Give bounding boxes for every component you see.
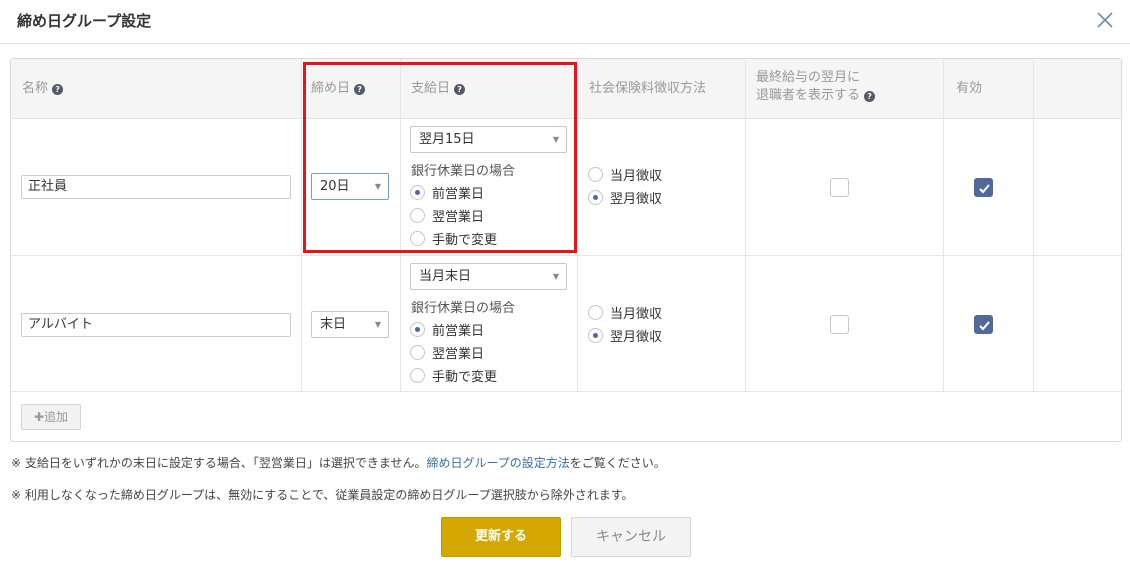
name-input[interactable]: 正社員 xyxy=(21,175,291,199)
radio-label: 前営業日 xyxy=(432,323,485,339)
enabled-checkbox[interactable] xyxy=(974,315,993,334)
radio-label: 前営業日 xyxy=(432,186,485,202)
radio-label: 翌営業日 xyxy=(432,346,485,362)
holiday-label: 銀行休業日の場合 xyxy=(411,164,516,179)
holiday-option-next[interactable]: 翌営業日 xyxy=(410,343,485,362)
radio-button[interactable] xyxy=(410,184,425,200)
pay-day-select[interactable]: 当月末日 ▼ xyxy=(410,263,567,290)
holiday-option-next[interactable]: 翌営業日 xyxy=(410,206,485,225)
holiday-option-prev[interactable]: 前営業日 xyxy=(410,320,485,339)
header-name: 名称? xyxy=(22,80,64,98)
table-header-row xyxy=(11,59,1121,119)
closing-group-table: 名称? 締め日? 支給日? 社会保険料徴収方法 最終給与の翌月に 退職者を表示す… xyxy=(10,58,1122,442)
row-divider xyxy=(11,255,1121,256)
caret-down-icon: ▼ xyxy=(552,272,559,281)
add-row-button[interactable]: ✚追加 xyxy=(21,404,81,430)
insurance-option-next[interactable]: 翌月徴収 xyxy=(588,188,663,207)
close-button[interactable] xyxy=(1094,9,1116,31)
column-divider xyxy=(577,59,578,391)
show-retired-checkbox[interactable] xyxy=(830,178,849,197)
header-name-label: 名称 xyxy=(22,81,49,96)
show-retired-checkbox[interactable] xyxy=(830,315,849,334)
checkmark-icon xyxy=(979,321,990,331)
radio-button[interactable] xyxy=(410,367,425,383)
name-input[interactable]: アルバイト xyxy=(21,313,291,337)
insurance-option-current[interactable]: 当月徴収 xyxy=(588,303,663,322)
holiday-option-prev[interactable]: 前営業日 xyxy=(410,183,485,202)
radio-button[interactable] xyxy=(588,166,603,182)
enabled-checkbox[interactable] xyxy=(974,178,993,197)
column-divider xyxy=(400,59,401,391)
insurance-option-next[interactable]: 翌月徴収 xyxy=(588,326,663,345)
header-closing-day: 締め日? xyxy=(311,80,366,98)
column-divider xyxy=(1033,59,1034,391)
radio-button[interactable] xyxy=(410,230,425,246)
holiday-label: 銀行休業日の場合 xyxy=(411,301,516,316)
radio-label: 当月徴収 xyxy=(610,168,663,184)
note-disable: ※ 利用しなくなった締め日グループは、無効にすることで、従業員設定の締め日グルー… xyxy=(11,488,634,502)
radio-label: 翌月徴収 xyxy=(610,191,663,207)
help-icon[interactable]: ? xyxy=(864,91,876,102)
pay-day-select[interactable]: 翌月15日 ▼ xyxy=(410,126,567,153)
closing-day-value: 末日 xyxy=(320,317,347,332)
help-icon[interactable]: ? xyxy=(52,84,64,95)
column-divider xyxy=(745,59,746,391)
dialog-title: 締め日グループ設定 xyxy=(17,12,152,30)
add-button-label: 追加 xyxy=(44,410,69,424)
closing-day-select[interactable]: 20日 ▼ xyxy=(311,173,389,200)
note-lastday-text: ※ 支給日をいずれかの末日に設定する場合、「翌営業日」は選択できません。 xyxy=(11,456,427,470)
dialog-header: 締め日グループ設定 xyxy=(0,0,1130,44)
header-closing-day-label: 締め日 xyxy=(311,81,351,96)
header-insurance-method: 社会保険料徴収方法 xyxy=(589,81,707,96)
settings-guide-link[interactable]: 締め日グループの設定方法 xyxy=(427,456,570,470)
cancel-button[interactable]: キャンセル xyxy=(571,517,691,557)
note-lastday: ※ 支給日をいずれかの末日に設定する場合、「翌営業日」は選択できません。締め日グ… xyxy=(11,454,666,471)
holiday-option-manual[interactable]: 手動で変更 xyxy=(410,366,498,385)
column-divider xyxy=(943,59,944,391)
holiday-option-manual[interactable]: 手動で変更 xyxy=(410,229,498,248)
header-pay-day: 支給日? xyxy=(411,80,466,98)
radio-button[interactable] xyxy=(588,327,603,343)
radio-label: 翌月徴収 xyxy=(610,329,663,345)
radio-label: 手動で変更 xyxy=(432,232,498,248)
row-divider xyxy=(11,391,1121,392)
radio-button[interactable] xyxy=(410,344,425,360)
header-pay-day-label: 支給日 xyxy=(411,81,451,96)
column-divider xyxy=(301,59,302,391)
note-lastday-suffix: をご覧ください。 xyxy=(569,456,666,470)
pay-day-value: 当月末日 xyxy=(419,269,472,284)
radio-label: 手動で変更 xyxy=(432,369,498,385)
help-icon[interactable]: ? xyxy=(354,84,366,95)
caret-down-icon: ▼ xyxy=(552,135,559,144)
insurance-option-current[interactable]: 当月徴収 xyxy=(588,165,663,184)
radio-label: 翌営業日 xyxy=(432,209,485,225)
header-show-retired-line1: 最終給与の翌月に xyxy=(756,70,861,85)
plus-icon: ✚ xyxy=(33,410,45,424)
header-show-retired-line2: 退職者を表示する xyxy=(756,88,861,103)
help-icon[interactable]: ? xyxy=(454,84,466,95)
radio-button[interactable] xyxy=(410,207,425,223)
pay-day-value: 翌月15日 xyxy=(419,132,475,147)
header-show-retired: 最終給与の翌月に 退職者を表示する? xyxy=(756,69,876,105)
radio-button[interactable] xyxy=(410,321,425,337)
close-icon xyxy=(1097,12,1113,28)
caret-down-icon: ▼ xyxy=(374,182,381,191)
closing-day-value: 20日 xyxy=(320,179,350,194)
update-button[interactable]: 更新する xyxy=(441,517,561,557)
checkmark-icon xyxy=(979,184,990,194)
header-enabled: 有効 xyxy=(956,81,983,96)
radio-label: 当月徴収 xyxy=(610,306,663,322)
radio-button[interactable] xyxy=(588,189,603,205)
radio-button[interactable] xyxy=(588,304,603,320)
closing-day-select[interactable]: 末日 ▼ xyxy=(311,311,389,338)
caret-down-icon: ▼ xyxy=(374,320,381,329)
